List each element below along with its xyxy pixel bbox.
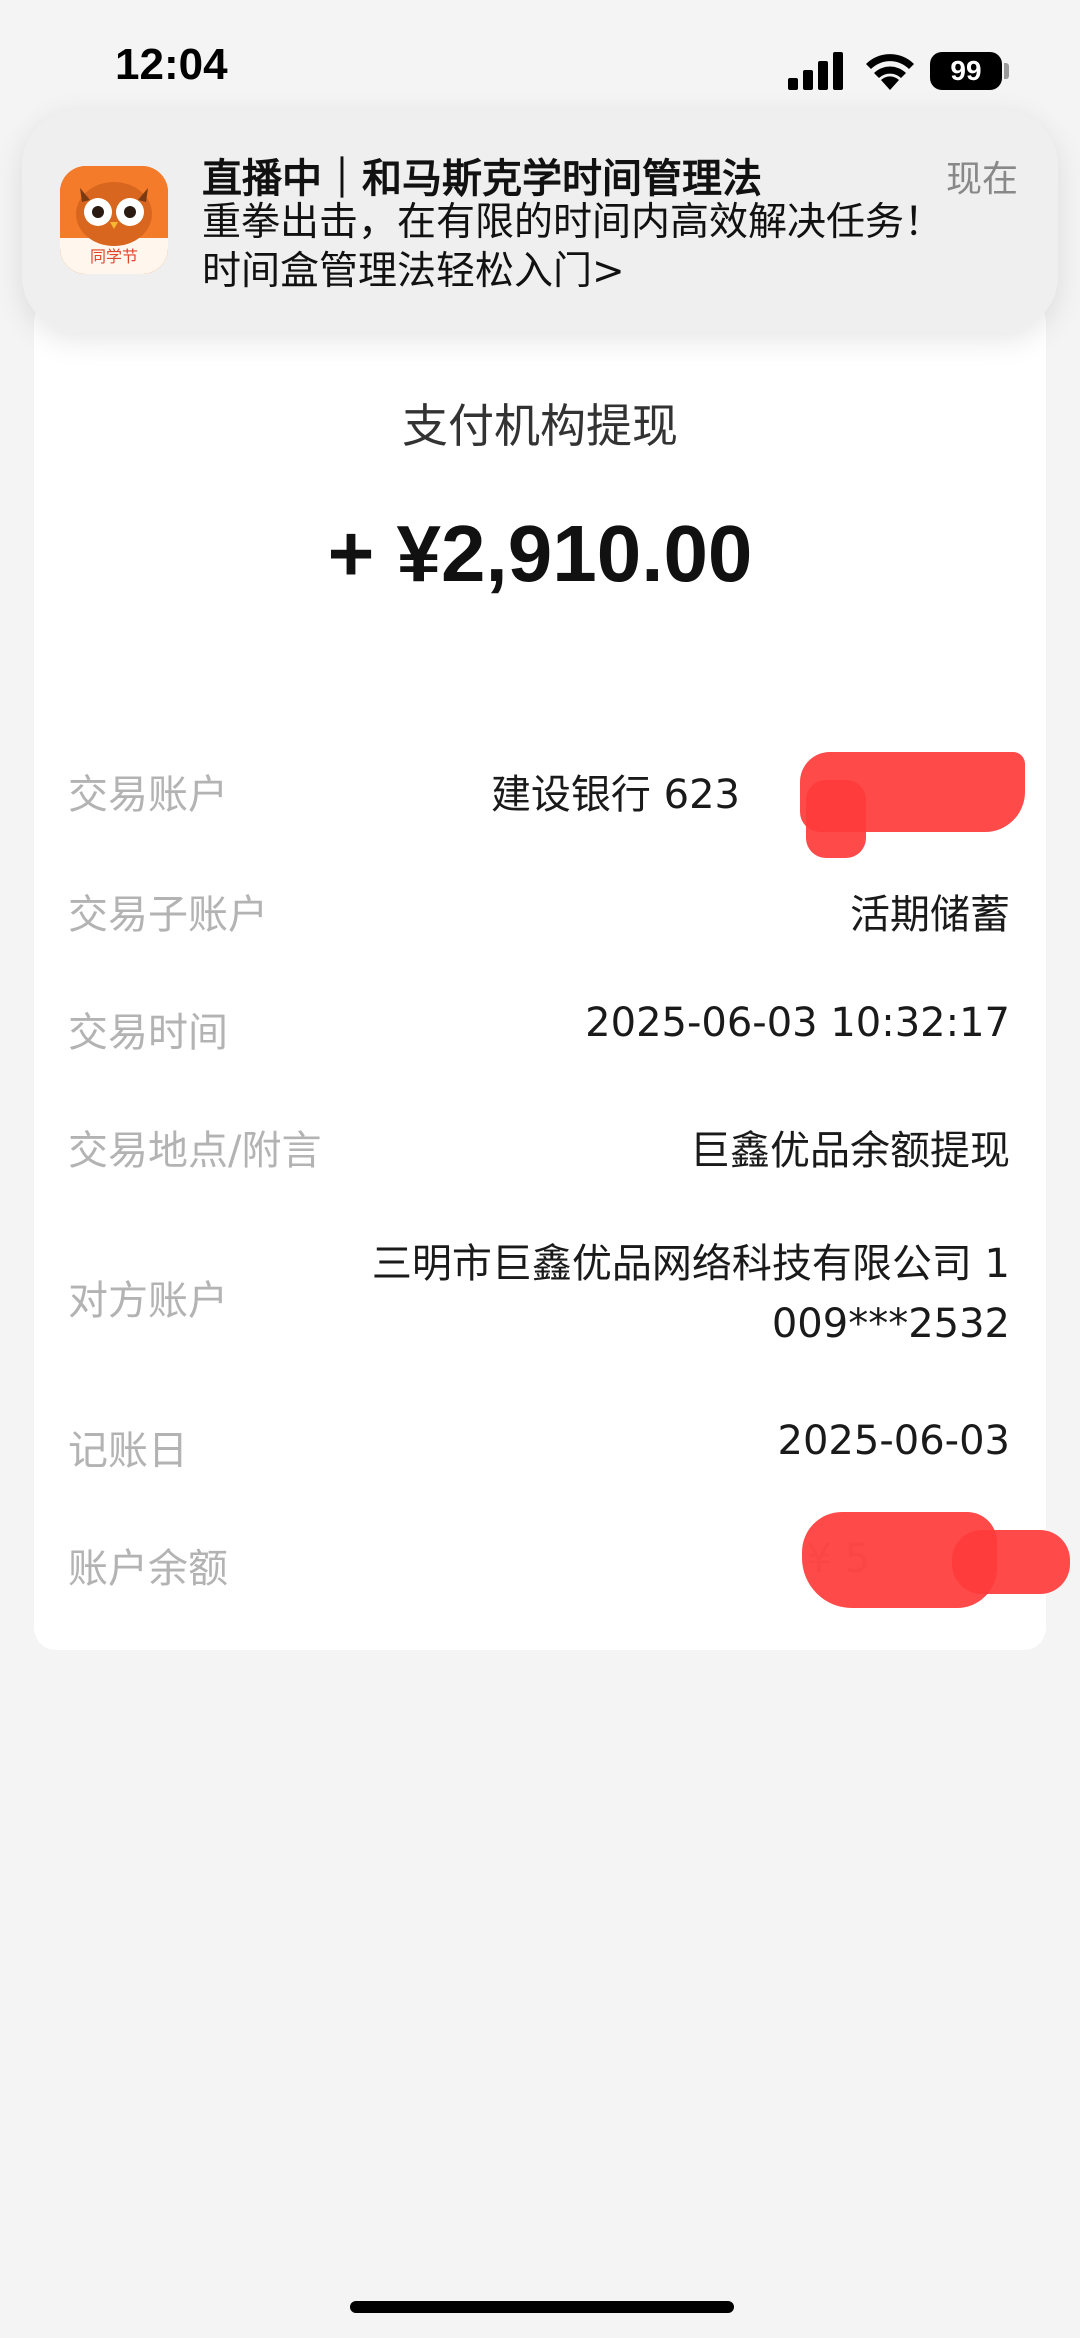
row-value: 建设银行 623: [490, 772, 740, 818]
row-label: 对方账户: [68, 1278, 228, 1324]
row-label: 交易时间: [68, 1010, 228, 1056]
redaction-mark: [806, 780, 866, 858]
owl-icon: 同学节: [60, 166, 168, 274]
battery-icon: 99: [930, 52, 1002, 90]
transaction-amount: + ¥2,910.00: [327, 509, 753, 598]
row-value: 活期储蓄: [850, 892, 1010, 938]
row-value: 2025-06-03: [777, 1418, 1010, 1464]
notification-body-line2: 时间盒管理法轻松入门>: [202, 249, 625, 294]
row-label: 账户余额: [68, 1546, 228, 1592]
wifi-icon: [866, 54, 914, 90]
row-label: 交易账户: [68, 772, 228, 818]
notification-time: 现在: [945, 159, 1018, 200]
counterparty-line1: 三明市巨鑫优品网络科技有限公司 1: [371, 1241, 1010, 1287]
counterparty-line2: 009***2532: [771, 1301, 1010, 1347]
transaction-title: 支付机构提现: [402, 399, 678, 453]
owl-app-icon: 同学节: [60, 166, 168, 274]
status-bar: 12:04 99: [0, 0, 1080, 110]
notification-body-line1: 重拳出击，在有限的时间内高效解决任务！: [202, 200, 944, 245]
row-value: 巨鑫优品余额提现: [690, 1128, 1010, 1174]
notification-title: 直播中｜和马斯克学时间管理法: [202, 156, 762, 202]
row-label: 交易子账户: [68, 892, 268, 938]
screen: 12:04 99 支付机构提现 + ¥2,910.00 交易账户 建设银行 62…: [0, 0, 1080, 2338]
row-label: 记账日: [68, 1428, 188, 1474]
signal-icon: [788, 52, 843, 90]
app-icon-text: 同学节: [90, 247, 138, 266]
notification-banner[interactable]: 同学节 直播中｜和马斯克学时间管理法 现在 重拳出击，在有限的时间内高效解决任务…: [22, 110, 1058, 332]
row-value: 2025-06-03 10:32:17: [585, 1000, 1010, 1046]
row-label: 交易地点/附言: [68, 1128, 322, 1174]
row-value: 三明市巨鑫优品网络科技有限公司 1 009***2532: [330, 1234, 1010, 1354]
status-time: 12:04: [115, 40, 228, 89]
home-indicator[interactable]: [350, 2301, 734, 2313]
battery-cap: [1004, 63, 1009, 79]
redaction-mark: [952, 1530, 1070, 1594]
notification-body: 重拳出击，在有限的时间内高效解决任务！ 时间盒管理法轻松入门>: [202, 198, 1022, 296]
